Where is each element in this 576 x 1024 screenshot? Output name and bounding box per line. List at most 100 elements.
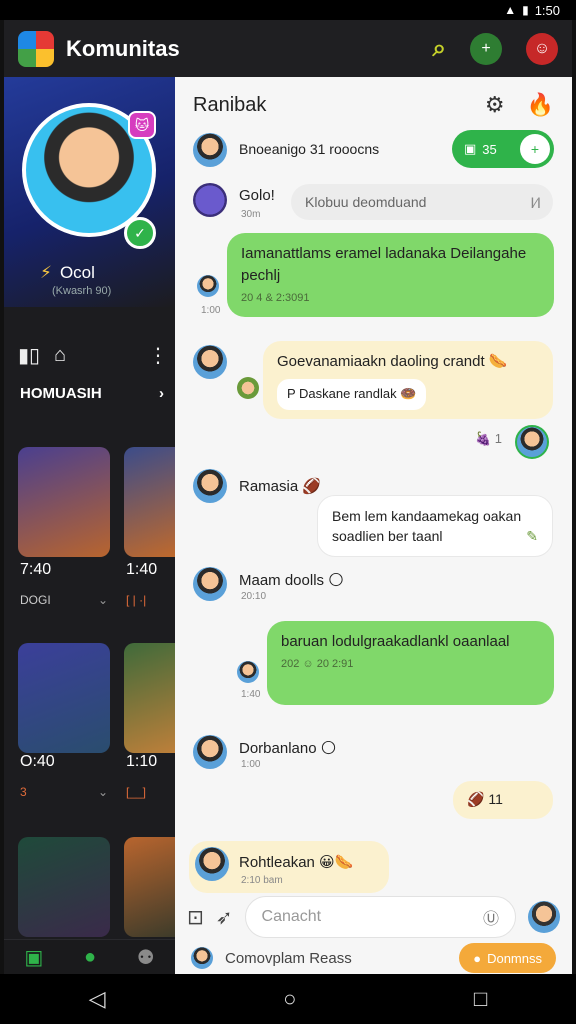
- message-text: Goevanamiaakn daoling crandt 🌭: [277, 353, 508, 370]
- sidebar-section-label: HOMUASIH: [20, 385, 102, 402]
- game-tile[interactable]: [124, 837, 175, 937]
- chat-header: Ranibak ⚙ 🔥: [175, 77, 572, 133]
- avatar[interactable]: [193, 133, 227, 167]
- chat-panel: Ranibak ⚙ 🔥 Bnoeanigo 31 rooocns ▣ 35 + …: [175, 77, 572, 974]
- message-time: 30m: [241, 209, 261, 220]
- message-bubble: baruan lodulgraakadlankl oaanlaal 202 ☺ …: [267, 621, 554, 705]
- chat-icon: ▣: [464, 141, 477, 156]
- community-nav-icon[interactable]: ●: [84, 946, 96, 969]
- message-text: Iamanattlams eramel ladanaka Deilangahe …: [241, 245, 527, 284]
- tile-sub: 3: [20, 785, 27, 799]
- avatar[interactable]: [193, 345, 227, 379]
- sender-name: Rohtleakan 😀🌭: [239, 854, 354, 871]
- pill-count: 35: [482, 141, 497, 157]
- app-logo-icon: [18, 30, 54, 67]
- message-bubble: Bem lem kandaamekag oakan soadlien ber t…: [317, 495, 553, 557]
- app-bar: Komunitas ⌕ + ☺: [4, 20, 572, 77]
- mic-icon[interactable]: Ⓤ: [483, 905, 499, 929]
- system-nav-bar: ◁ ○ □: [0, 974, 576, 1024]
- app-title: Komunitas: [66, 35, 180, 61]
- avatar[interactable]: [515, 425, 549, 459]
- game-tile[interactable]: [18, 447, 110, 557]
- recents-icon[interactable]: □: [474, 986, 487, 1012]
- menu-icon[interactable]: Ⅰ⁄Ⅰ: [530, 193, 541, 213]
- add-icon: +: [520, 134, 550, 164]
- friend-request-icon[interactable]: +: [470, 32, 502, 65]
- tile-sub: [ | ·|: [126, 593, 147, 607]
- search-icon[interactable]: ⌕: [433, 35, 446, 63]
- profile-card: 🐱 ✓ ⚡ Ocol (Kwasrh 90): [4, 77, 175, 307]
- sender-name: Maam doolls 🌕: [239, 572, 344, 589]
- avatar[interactable]: [193, 469, 227, 503]
- message-timestamp: 20 4 & 2:3091: [241, 291, 310, 304]
- message-input[interactable]: Canacht Ⓤ: [244, 896, 516, 938]
- games-nav-icon[interactable]: ▣: [24, 945, 43, 970]
- tile-time: 1:40: [126, 561, 158, 578]
- settings-icon[interactable]: ⚙: [485, 92, 505, 118]
- reaction[interactable]: 🍇 1: [475, 431, 502, 447]
- chat-title: Ranibak: [193, 93, 267, 116]
- globe-icon: ●: [473, 950, 482, 966]
- message-text: baruan lodulgraakadlankl oaanlaal: [281, 633, 510, 650]
- tile-time: O:40: [20, 753, 55, 770]
- avatar[interactable]: [237, 377, 259, 399]
- game-tile[interactable]: [124, 643, 175, 753]
- avatar[interactable]: [193, 735, 227, 769]
- avatar[interactable]: [197, 275, 219, 297]
- online-status-icon: ✓: [124, 217, 156, 249]
- profile-badge-icon: 🐱: [128, 111, 156, 139]
- sender-name: Golo!: [239, 187, 275, 204]
- tile-time: 1:10: [126, 753, 158, 770]
- quoted-reply[interactable]: P Daskane randlak 🍩: [277, 378, 427, 410]
- sidebar-section-header[interactable]: HOMUASIH ›: [20, 385, 164, 402]
- signal-icon: ▲: [504, 3, 517, 17]
- home-icon[interactable]: ⌂: [54, 344, 66, 367]
- profile-name: ⚡ Ocol: [40, 263, 95, 282]
- chevron-down-icon[interactable]: ⌄: [98, 785, 108, 799]
- sticker-icon[interactable]: ➶: [216, 905, 233, 930]
- more-icon[interactable]: ⋮: [148, 343, 168, 368]
- message-time: 1:00: [241, 759, 261, 770]
- avatar[interactable]: [191, 947, 213, 969]
- composer: ⊡ ➶ Canacht Ⓤ: [175, 892, 572, 942]
- avatar[interactable]: [237, 661, 259, 683]
- sidebar-tools: ▮▯ ⌂ ⋮: [18, 343, 168, 368]
- avatar[interactable]: [193, 567, 227, 601]
- profile-subtitle: (Kwasrh 90): [52, 285, 112, 297]
- message-time: 20:10: [241, 591, 267, 602]
- edit-icon[interactable]: ✎: [526, 526, 538, 546]
- sender-name: Ramasia 🏈: [239, 478, 322, 495]
- game-tile[interactable]: [124, 447, 175, 557]
- profile-avatar-icon[interactable]: ☺: [526, 32, 558, 65]
- reaction-bubble[interactable]: 🏈 11: [453, 781, 553, 819]
- tile-sub: DOGI: [20, 593, 51, 607]
- avatar[interactable]: [193, 183, 227, 217]
- status-bar: ▲ ▮ 1:50: [0, 0, 576, 20]
- game-tile[interactable]: [18, 837, 110, 937]
- join-button[interactable]: ● Donmnss: [459, 943, 556, 973]
- fire-icon[interactable]: 🔥: [527, 92, 554, 118]
- home-circle-icon[interactable]: ○: [283, 986, 296, 1012]
- message-time: 2:10 bam: [241, 875, 283, 886]
- status-time: 1:50: [534, 2, 560, 18]
- voice-pill-button[interactable]: ▣ 35 +: [452, 130, 554, 168]
- avatar[interactable]: [195, 847, 229, 881]
- avatar[interactable]: [528, 901, 560, 933]
- chevron-down-icon[interactable]: ⌄: [98, 593, 108, 607]
- message-timestamp: 202 ☺ 20 2:91: [281, 657, 354, 670]
- grid-icon[interactable]: ▮▯: [18, 343, 40, 368]
- sender-name: Dorbanlano 🌕: [239, 740, 337, 757]
- message-placeholder: Canacht: [261, 908, 322, 925]
- bolt-icon: ⚡: [40, 263, 52, 282]
- back-icon[interactable]: ◁: [89, 986, 106, 1012]
- profile-nav-icon[interactable]: ⚉: [137, 945, 155, 970]
- game-tile[interactable]: [18, 643, 110, 753]
- join-label: Donmnss: [487, 950, 542, 966]
- chevron-right-icon: ›: [159, 385, 164, 402]
- message-text: Bem lem kandaamekag oakan soadlien ber t…: [332, 508, 522, 545]
- message-bubble: Klobuu deomduand Ⅰ⁄Ⅰ: [291, 184, 553, 220]
- message-bubble: Iamanattlams eramel ladanaka Deilangahe …: [227, 233, 554, 317]
- tile-time: 7:40: [20, 561, 52, 578]
- sidebar-bottom-nav: ▣ ● ⚉: [4, 939, 175, 974]
- attach-icon[interactable]: ⊡: [187, 905, 204, 930]
